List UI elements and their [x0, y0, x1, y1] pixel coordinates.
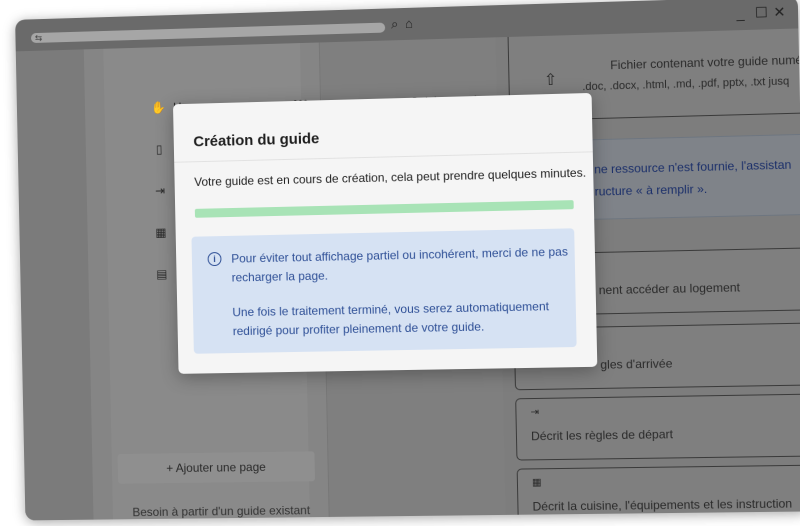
- section-card[interactable]: ▦ Décrit la cuisine, l'équipements et le…: [516, 464, 800, 521]
- file-types: .doc, .docx, .html, .md, .pdf, pptx, .tx…: [582, 75, 790, 94]
- card-text: Décrit la cuisine, l'équipements et les …: [532, 496, 793, 514]
- info-line-4: redirigé pour profiter pleinement de vot…: [232, 319, 485, 339]
- add-page-button[interactable]: + Ajouter une page: [117, 451, 316, 484]
- address-bar[interactable]: [30, 22, 386, 44]
- home-icon[interactable]: ⌂: [405, 16, 413, 31]
- info-line-2: recharger la page.: [231, 268, 329, 285]
- minimize-button[interactable]: _: [736, 5, 744, 21]
- guide-creation-dialog: Création du guide Votre guide est en cou…: [172, 92, 598, 374]
- dialog-divider: [174, 151, 593, 163]
- sidebar-bottom-text[interactable]: Besoin à partir d'un guide existant: [132, 503, 310, 519]
- grid-icon: ▦: [155, 225, 167, 240]
- info-box: i Pour éviter tout affichage partiel ou …: [191, 228, 577, 354]
- info-line-3: Une fois le traitement terminé, vous ser…: [232, 299, 550, 320]
- warning-line-1: ne ressource n'est fournie, l'assistan: [594, 157, 792, 177]
- logout-icon: ⇥: [530, 406, 540, 419]
- progress-bar: [194, 200, 574, 218]
- book-icon: ▯: [155, 142, 163, 157]
- hand-key-icon: ✋: [150, 100, 166, 115]
- card-text: Décrit les règles de départ: [530, 427, 674, 444]
- card-text: gles d'arrivée: [600, 356, 673, 372]
- progress-fill: [194, 200, 574, 218]
- upload-icon: ⇧: [543, 71, 558, 90]
- info-line-1: Pour éviter tout affichage partiel ou in…: [231, 244, 569, 266]
- browser-window: ⇆ ⌕ ⌂ _ ☐ ✕ ✋ Home access ••• ▯ C ⇥ C ▦ …: [15, 0, 800, 521]
- kitchen-icon: ▦: [531, 477, 542, 489]
- maximize-button[interactable]: ☐: [755, 4, 768, 21]
- warning-line-2: ructure « à remplir ».: [594, 181, 708, 199]
- file-title: Fichier contenant votre guide numé: [610, 52, 800, 73]
- dialog-message: Votre guide est en cours de création, ce…: [194, 165, 587, 190]
- section-card[interactable]: ⇥ Décrit les règles de départ: [515, 393, 800, 461]
- card-text: nent accéder au logement: [598, 280, 741, 298]
- left-strip: [15, 49, 94, 521]
- login-icon: ⇥: [154, 183, 166, 198]
- search-icon[interactable]: ⌕: [391, 16, 399, 31]
- site-settings-icon[interactable]: ⇆: [35, 32, 43, 44]
- calendar-icon: ▤: [156, 267, 168, 282]
- info-icon: i: [207, 251, 222, 267]
- close-button[interactable]: ✕: [773, 3, 785, 20]
- dialog-title: Création du guide: [193, 130, 320, 151]
